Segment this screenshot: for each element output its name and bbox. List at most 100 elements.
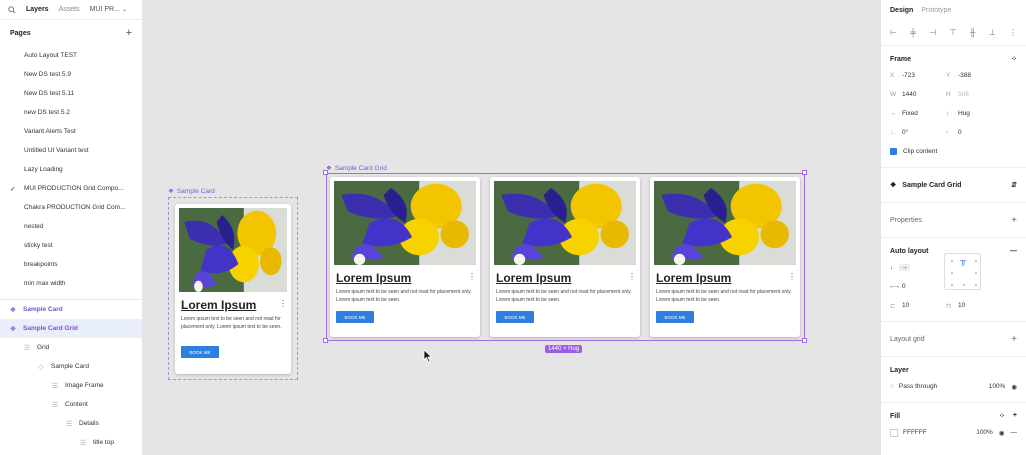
padding-h-field[interactable]: ⊏ 10: [890, 302, 946, 310]
alignment-dot[interactable]: [975, 272, 977, 274]
resize-handle-bl[interactable]: [323, 338, 328, 343]
alignment-dot[interactable]: [975, 284, 977, 286]
page-item[interactable]: sticky test: [0, 236, 142, 255]
file-page-selector[interactable]: MUI PR... ⌄: [90, 6, 127, 13]
alignment-dot[interactable]: [963, 284, 965, 286]
frame-title[interactable]: Frame: [890, 56, 911, 63]
layer-item[interactable]: ☰ Grid: [0, 338, 142, 357]
page-item[interactable]: Variant Alerts Test: [0, 122, 142, 141]
spacing-field[interactable]: ⟷ 0: [890, 283, 946, 291]
page-item[interactable]: Auto Layout TEST: [0, 46, 142, 65]
align-bottom-icon[interactable]: ⊥: [989, 28, 996, 37]
layer-item[interactable]: ☰ title top: [0, 433, 142, 452]
resize-handle-br[interactable]: [802, 338, 807, 343]
align-center-v-icon[interactable]: ╫: [970, 28, 976, 37]
radius-field[interactable]: ◜ 0: [946, 129, 1002, 137]
add-property-icon[interactable]: +: [1011, 215, 1017, 226]
layer-item[interactable]: ❖ Sample Card Grid: [0, 319, 142, 338]
distribute-icon[interactable]: ⋮: [1009, 28, 1017, 37]
layer-item[interactable]: ☰ Image Frame: [0, 376, 142, 395]
fill-opacity[interactable]: 100%: [976, 429, 993, 437]
layer-item[interactable]: ☰ Content: [0, 395, 142, 414]
tab-prototype[interactable]: Prototype: [921, 7, 951, 14]
alignment-dot[interactable]: [951, 284, 953, 286]
align-left-icon[interactable]: ⊢: [890, 28, 897, 37]
padding-v-field[interactable]: ⊓ 10: [946, 302, 1002, 310]
canvas[interactable]: ❖ Sample Card ❖ Sample Card Grid Lorem I…: [143, 0, 880, 455]
width-mode-select[interactable]: ↔ Fixed: [890, 110, 946, 117]
search-icon[interactable]: [8, 5, 16, 14]
size-badge: 1440 × Hug: [545, 345, 583, 353]
layer-item-label: Sample Card: [51, 363, 89, 370]
rotation-field[interactable]: ∟ 0°: [890, 129, 946, 136]
size-row: W 1440 H 506: [890, 85, 1017, 104]
grid-frame-label[interactable]: ❖ Sample Card Grid: [326, 164, 387, 173]
layer-item-label: Sample Card: [23, 306, 63, 313]
align-center-h-icon[interactable]: ╪: [910, 28, 916, 37]
resize-handle-tl[interactable]: [323, 170, 328, 175]
add-page-icon[interactable]: +: [126, 27, 132, 39]
align-top-icon[interactable]: ⊤: [950, 28, 957, 37]
tab-layers[interactable]: Layers: [26, 6, 49, 13]
arrow-right-icon[interactable]: →: [899, 264, 910, 271]
more-vertical-icon[interactable]: ⋮: [279, 299, 287, 308]
page-item[interactable]: min max width: [0, 274, 142, 293]
page-item[interactable]: nested: [0, 217, 142, 236]
height-field[interactable]: H 506: [946, 91, 1002, 98]
fill-swatch[interactable]: [890, 428, 898, 437]
alignment-grid[interactable]: ╥: [944, 253, 981, 290]
fill-actions: ⁘ +: [999, 412, 1017, 420]
page-item[interactable]: new DS test 5.2: [0, 103, 142, 122]
grid-selection-outline[interactable]: [326, 173, 805, 341]
add-layout-grid-icon[interactable]: +: [1011, 334, 1017, 345]
add-fill-icon[interactable]: +: [1013, 412, 1017, 420]
fill-row: FFFFFF 100% ◉ —: [890, 423, 1017, 442]
eye-icon[interactable]: ◉: [1011, 383, 1017, 391]
page-item[interactable]: breakpoints: [0, 255, 142, 274]
layout-grid-section: Layout grid +: [881, 322, 1026, 357]
align-right-icon[interactable]: ⊣: [929, 28, 936, 37]
clip-checkbox[interactable]: [890, 148, 897, 155]
clip-content-row[interactable]: Clip content: [890, 142, 1017, 161]
blend-select[interactable]: ◌ Pass through: [890, 383, 937, 390]
style-grid-icon[interactable]: ⁘: [999, 412, 1005, 420]
arrow-down-icon[interactable]: ↓: [890, 264, 893, 271]
component-name-wrap[interactable]: ❖ Sample Card Grid: [890, 181, 961, 190]
y-field[interactable]: Y -388: [946, 72, 1002, 79]
resizing-row: ↔ Fixed ↕ Hug: [890, 104, 1017, 123]
alignment-dot[interactable]: [975, 260, 977, 262]
book-me-button[interactable]: BOOK ME: [181, 346, 219, 358]
page-item[interactable]: Untitled UI Variant test: [0, 141, 142, 160]
frame-grid-icon[interactable]: ⁘: [1011, 55, 1017, 63]
x-field[interactable]: X -723: [890, 72, 946, 79]
tab-design[interactable]: Design: [890, 7, 913, 14]
fill-section: Fill ⁘ + FFFFFF 100% ◉ —: [881, 403, 1026, 448]
remove-auto-layout-icon[interactable]: —: [1010, 248, 1017, 255]
page-item[interactable]: New DS test 5.9: [0, 65, 142, 84]
resize-handle-tr[interactable]: [802, 170, 807, 175]
fill-color-field[interactable]: FFFFFF: [890, 428, 927, 437]
sample-card[interactable]: Lorem Ipsum ⋮ Lorem ipsum text to be seen …: [175, 204, 291, 374]
layer-item[interactable]: ❖ Sample Card: [0, 300, 142, 319]
frame-section: Frame ⁘ X -723 Y -388 W 1440 H 506 ↔ Fixed ↕ H…: [881, 46, 1026, 168]
adjust-icon[interactable]: ⇵: [1011, 181, 1017, 189]
page-item[interactable]: ✓ MUI PRODUCTION Grid Compo...: [0, 179, 142, 198]
eye-icon[interactable]: ◉: [999, 429, 1005, 437]
pad-h-value: 10: [902, 302, 910, 309]
single-card-frame-label[interactable]: ❖ Sample Card: [168, 187, 215, 196]
alignment-dot[interactable]: [951, 260, 953, 262]
minus-icon[interactable]: —: [1011, 429, 1018, 437]
page-item[interactable]: New DS test 5.11: [0, 84, 142, 103]
alignment-dot[interactable]: [963, 260, 965, 262]
width-field[interactable]: W 1440: [890, 91, 946, 98]
layer-item[interactable]: ☰ Details: [0, 414, 142, 433]
alignment-dot[interactable]: [951, 272, 953, 274]
card-image: [179, 208, 287, 292]
page-item[interactable]: Lazy Loading: [0, 160, 142, 179]
page-item[interactable]: Chakra PRODUCTION Grid Com...: [0, 198, 142, 217]
layer-item[interactable]: ◇ Sample Card: [0, 357, 142, 376]
padding-row: ⊏ 10 ⊓ 10: [890, 296, 1017, 315]
layer-opacity[interactable]: 100%: [989, 383, 1006, 391]
height-mode-select[interactable]: ↕ Hug: [946, 110, 1002, 117]
tab-assets[interactable]: Assets: [59, 6, 80, 13]
